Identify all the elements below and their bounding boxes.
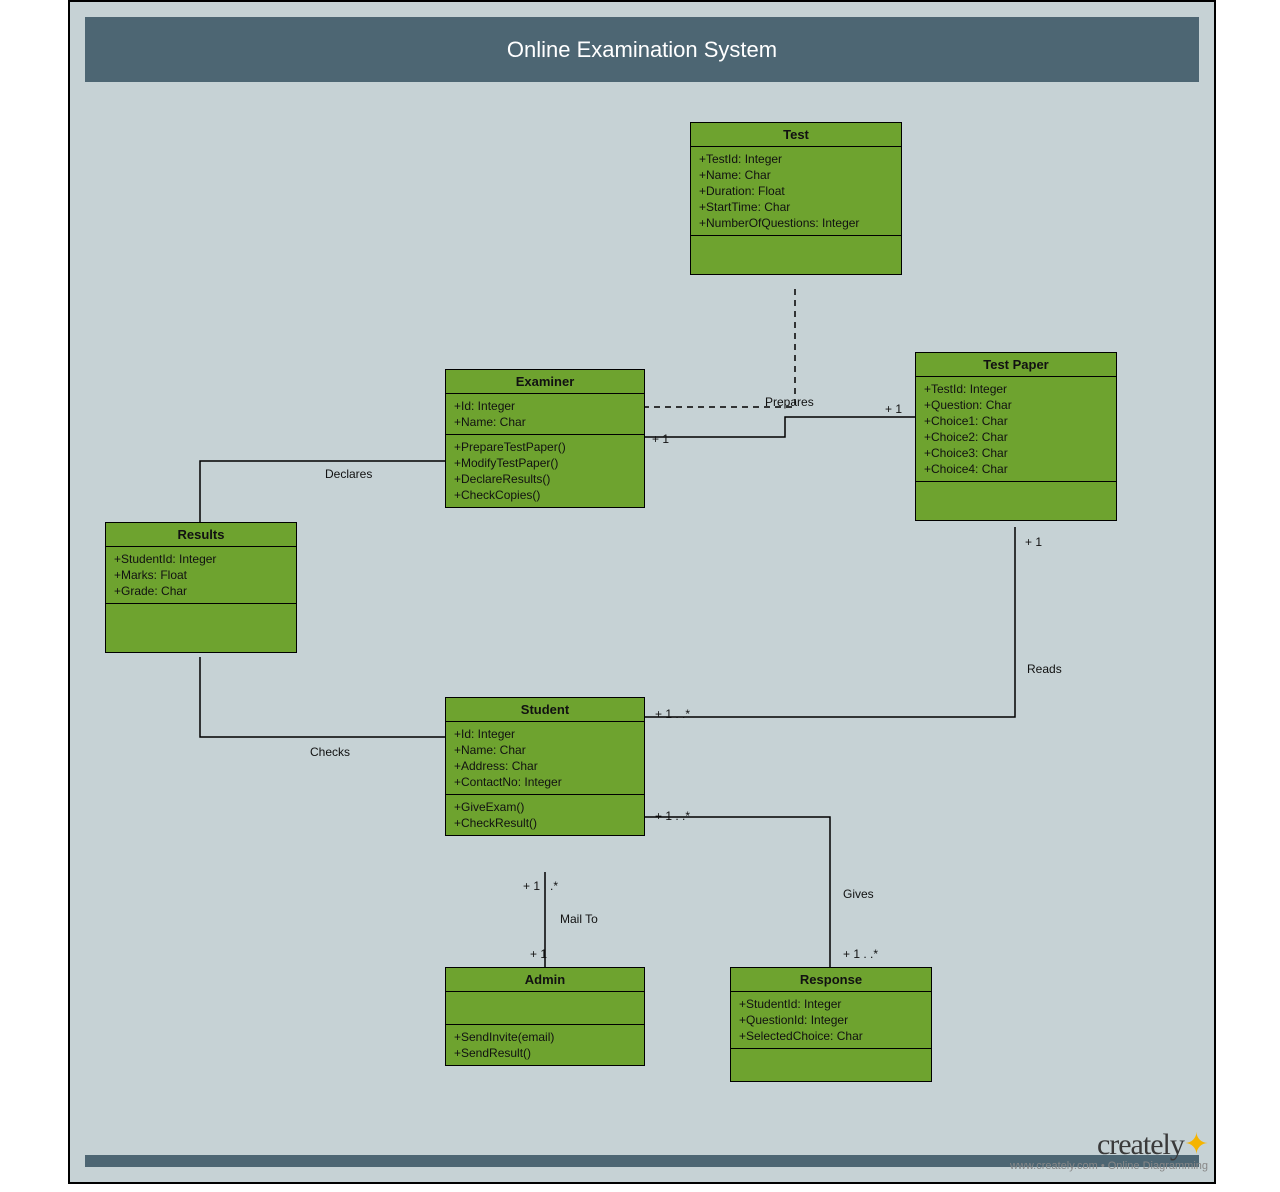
label-declares: Declares [325, 467, 372, 481]
label-gives: Gives [843, 887, 874, 901]
page: Online Examination System [0, 0, 1280, 1192]
creately-logo: creately✦ www.creately.com • Online Diag… [1010, 1127, 1208, 1172]
class-name: Student [446, 698, 644, 722]
mult-testpaper-reads: + 1 [1025, 535, 1042, 549]
label-prepares: Prepares [765, 395, 814, 409]
class-ops [691, 236, 901, 274]
class-name: Results [106, 523, 296, 547]
class-attrs [446, 992, 644, 1025]
class-name: Test Paper [916, 353, 1116, 377]
label-checks: Checks [310, 745, 350, 759]
class-name: Admin [446, 968, 644, 992]
title-bar: Online Examination System [85, 17, 1199, 82]
class-name: Examiner [446, 370, 644, 394]
class-ops [916, 482, 1116, 520]
diagram-frame: Online Examination System [68, 0, 1216, 1184]
mult-student-reads: + 1 . .* [655, 707, 690, 721]
class-admin[interactable]: Admin +SendInvite(email) +SendResult() [445, 967, 645, 1066]
label-reads: Reads [1027, 662, 1062, 676]
class-attrs: +TestId: Integer +Question: Char +Choice… [916, 377, 1116, 482]
mult-response-gives: + 1 . .* [843, 947, 878, 961]
class-ops [731, 1049, 931, 1081]
mult-examiner-prepares: + 1 [652, 432, 669, 446]
class-name: Response [731, 968, 931, 992]
class-attrs: +Id: Integer +Name: Char [446, 394, 644, 435]
mult-student-mailto: + 1 . .* [523, 879, 558, 893]
class-test[interactable]: Test +TestId: Integer +Name: Char +Durat… [690, 122, 902, 275]
mult-admin-mailto: + 1 [530, 947, 547, 961]
class-ops: +SendInvite(email) +SendResult() [446, 1025, 644, 1065]
class-ops: +PrepareTestPaper() +ModifyTestPaper() +… [446, 435, 644, 507]
class-response[interactable]: Response +StudentId: Integer +QuestionId… [730, 967, 932, 1082]
class-name: Test [691, 123, 901, 147]
diagram-title: Online Examination System [507, 37, 777, 63]
mult-student-gives: + 1 . .* [655, 809, 690, 823]
class-attrs: +StudentId: Integer +QuestionId: Integer… [731, 992, 931, 1049]
class-student[interactable]: Student +Id: Integer +Name: Char +Addres… [445, 697, 645, 836]
class-attrs: +Id: Integer +Name: Char +Address: Char … [446, 722, 644, 795]
class-examiner[interactable]: Examiner +Id: Integer +Name: Char +Prepa… [445, 369, 645, 508]
class-ops [106, 604, 296, 652]
class-results[interactable]: Results +StudentId: Integer +Marks: Floa… [105, 522, 297, 653]
class-attrs: +TestId: Integer +Name: Char +Duration: … [691, 147, 901, 236]
logo-brand: creately✦ [1010, 1127, 1208, 1162]
class-attrs: +StudentId: Integer +Marks: Float +Grade… [106, 547, 296, 604]
mult-testpaper-prepares: + 1 [885, 402, 902, 416]
class-ops: +GiveExam() +CheckResult() [446, 795, 644, 835]
canvas[interactable]: Test +TestId: Integer +Name: Char +Durat… [85, 97, 1199, 1152]
bulb-icon: ✦ [1184, 1128, 1208, 1161]
class-test-paper[interactable]: Test Paper +TestId: Integer +Question: C… [915, 352, 1117, 521]
logo-sub: www.creately.com • Online Diagramming [1010, 1160, 1208, 1172]
label-mailto: Mail To [560, 912, 598, 926]
